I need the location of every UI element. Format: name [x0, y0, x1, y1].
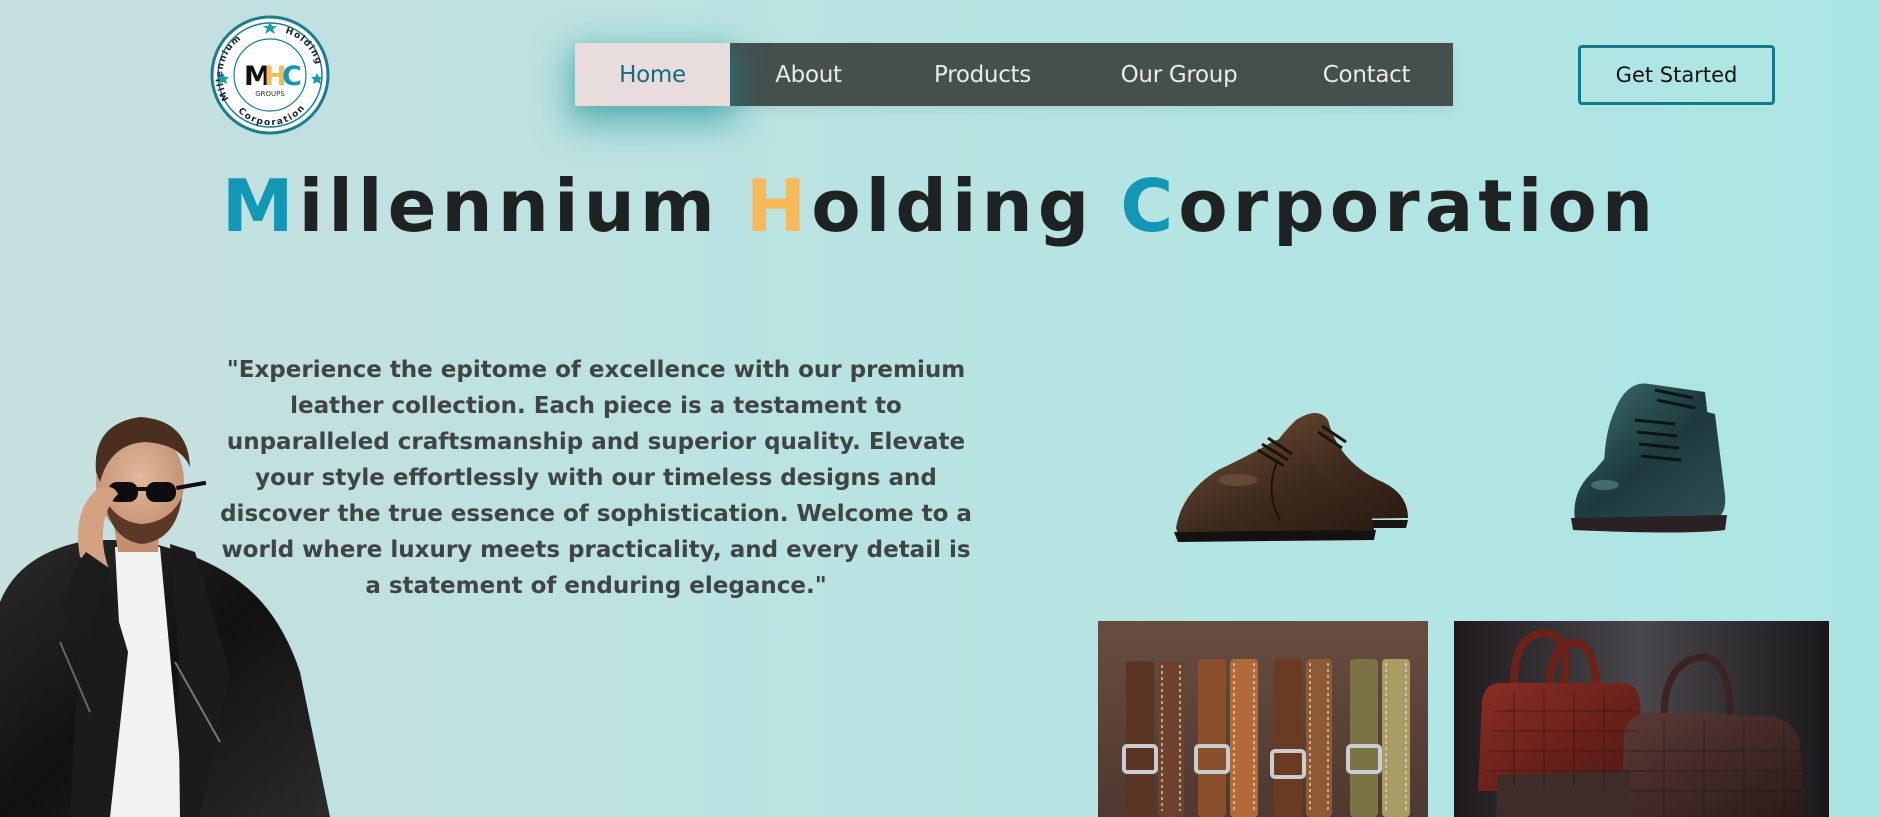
- title-word-3-rest: orporation: [1178, 164, 1659, 248]
- page-title: Millennium Holding Corporation: [0, 164, 1880, 248]
- nav-home[interactable]: Home: [575, 43, 730, 106]
- title-word-1-rest: illennium: [298, 164, 720, 248]
- leather-watch-straps-image: [1098, 621, 1428, 817]
- green-leather-boots-icon: [1571, 383, 1727, 533]
- model-leather-jacket-image: [0, 412, 330, 817]
- nav-contact[interactable]: Contact: [1280, 43, 1453, 106]
- get-started-button[interactable]: Get Started: [1578, 45, 1775, 105]
- title-word-2-rest: olding: [811, 164, 1095, 248]
- nav-products[interactable]: Products: [887, 43, 1078, 106]
- model-leather-jacket-icon: [0, 417, 330, 817]
- mhc-seal-icon: Millennium Holding Corporation M H C GRO…: [210, 15, 330, 135]
- brown-oxford-shoes-image: [1168, 380, 1415, 545]
- company-logo[interactable]: Millennium Holding Corporation M H C GRO…: [209, 15, 331, 135]
- brown-oxford-shoes-icon: [1174, 413, 1408, 542]
- title-initial-m: M: [221, 164, 299, 248]
- nav-about[interactable]: About: [730, 43, 887, 106]
- logo-sub: GROUPS: [255, 90, 285, 98]
- leather-watch-straps-icon: [1098, 621, 1428, 817]
- logo-mark-c: C: [282, 61, 302, 92]
- green-leather-boots-image: [1565, 370, 1745, 535]
- title-initial-c: C: [1120, 164, 1179, 248]
- title-initial-h: H: [745, 164, 812, 248]
- leather-bags-image: [1454, 621, 1829, 817]
- hero-quote: "Experience the epitome of excellence wi…: [220, 357, 972, 599]
- main-nav: Home About Products Our Group Contact: [575, 43, 1453, 106]
- leather-bags-icon: [1454, 621, 1829, 817]
- nav-our-group[interactable]: Our Group: [1078, 43, 1280, 106]
